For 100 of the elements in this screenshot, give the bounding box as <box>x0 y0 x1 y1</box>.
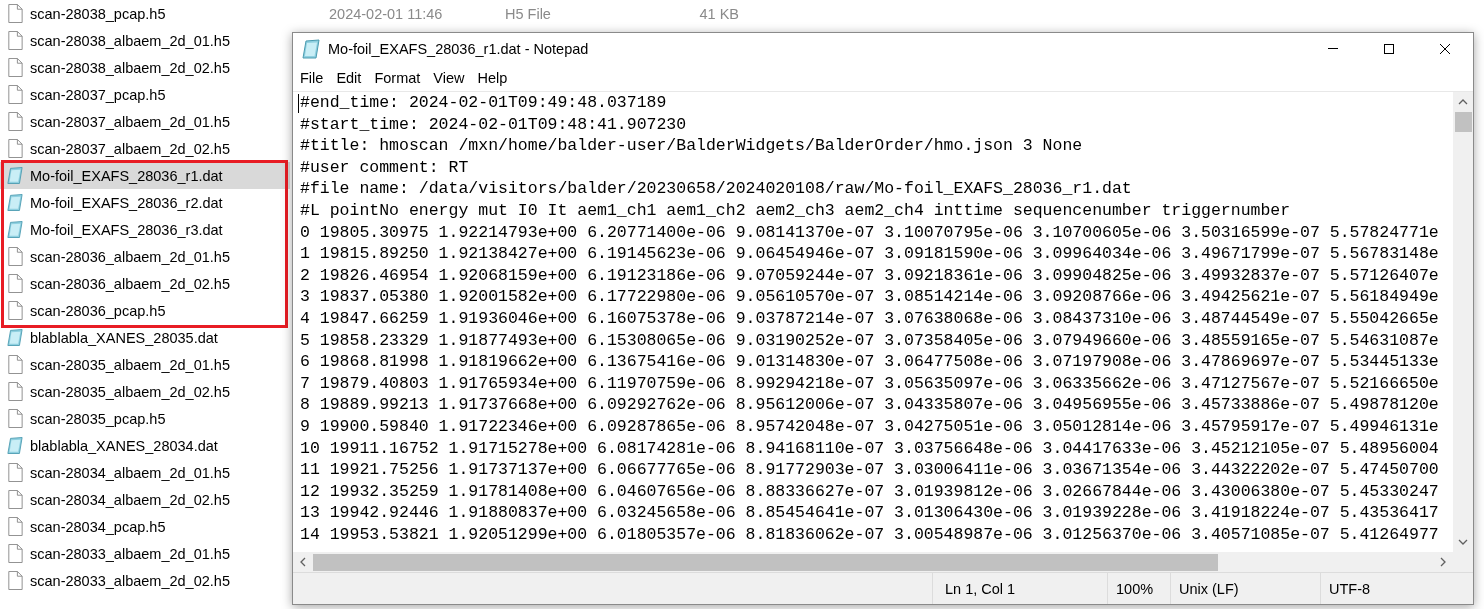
file-name: scan-28036_albaem_2d_02.h5 <box>30 275 230 292</box>
file-row[interactable]: scan-28034_pcap.h5 <box>0 513 290 540</box>
text-line: #start_time: 2024-02-01T09:48:41.907230 <box>300 113 687 136</box>
file-row[interactable]: Mo-foil_EXAFS_28036_r1.dat <box>0 162 290 189</box>
text-line: 0 19805.30975 1.92214793e+00 6.20771400e-06 9.08141370e-07 3.10070795e-06 3.10700605e-06 3.50316599e-07 5.57824771e <box>300 221 1439 244</box>
file-name: scan-28038_albaem_2d_02.h5 <box>30 59 230 76</box>
scroll-left-icon[interactable] <box>298 557 308 567</box>
file-row[interactable]: scan-28037_albaem_2d_02.h5 <box>0 135 290 162</box>
file-name: scan-28037_albaem_2d_01.h5 <box>30 113 230 130</box>
text-line: 6 19868.81998 1.91819662e+00 6.13675416e-06 9.01314830e-07 3.06477508e-06 3.07197908e-06 3.47869697e-07 5.53445133e <box>300 351 1439 373</box>
minimize-icon <box>1328 48 1338 49</box>
file-row[interactable]: scan-28033_albaem_2d_01.h5 <box>0 540 290 567</box>
file-row[interactable]: scan-28036_pcap.h5 <box>0 297 290 324</box>
text-line: 13 19942.92446 1.91880837e+00 6.03245658e-06 8.85454641e-07 3.01306430e-06 3.01939228e-06 3.41918224e-07 5.43536417 <box>300 502 1439 524</box>
file-icon <box>7 274 23 293</box>
text-line: #user comment: RT <box>300 156 469 179</box>
notepad-icon <box>302 38 320 59</box>
file-name: scan-28035_albaem_2d_02.h5 <box>30 383 230 400</box>
text-line: 14 19953.53821 1.92051299e+00 6.01805357e-06 8.81836062e-07 3.00548987e-06 3.01256370e-06 3.40571085e-07 5.41264977 <box>300 523 1439 546</box>
text-line: #file name: /data/visitors/balder/20230658/2024020108/raw/Mo-foil_EXAFS_28036_r1.dat <box>300 178 1132 200</box>
text-line: 1 19815.89250 1.92138427e+00 6.19145623e-06 9.06454946e-07 3.09181590e-06 3.09964034e-06 3.49671799e-07 5.56783148e <box>300 243 1439 265</box>
text-line: #L pointNo energy mut I0 It aem1_ch1 aem1_ch2 aem2_ch3 aem2_ch4 inttime sequencenumber triggernumber <box>300 199 1291 222</box>
file-name: scan-28035_albaem_2d_01.h5 <box>30 356 230 373</box>
file-row[interactable]: scan-28033_albaem_2d_02.h5 <box>0 567 290 594</box>
text-line: 11 19921.75256 1.91737137e+00 6.06677765e-06 8.91772903e-07 3.03006411e-06 3.03671354e-06 3.44322202e-07 5.47450700 <box>300 459 1439 481</box>
menu-item[interactable]: Format <box>369 65 426 90</box>
file-row[interactable]: scan-28035_albaem_2d_02.h5 <box>0 378 290 405</box>
close-icon <box>1439 42 1451 55</box>
file-name: scan-28038_albaem_2d_01.h5 <box>30 32 230 49</box>
file-icon <box>7 31 23 50</box>
scrollbar-thumb[interactable] <box>1454 112 1472 132</box>
horizontal-scrollbar[interactable] <box>293 552 1453 572</box>
file-icon <box>7 247 23 266</box>
zoom-level: 100% <box>1116 580 1154 597</box>
text-line: #end_time: 2024-02-01T09:49:48.037189 <box>300 92 667 114</box>
file-row[interactable]: blablabla_XANES_28034.dat <box>0 432 290 459</box>
menu-item[interactable]: Edit <box>331 65 367 90</box>
file-size: 41 KB <box>698 5 739 22</box>
text-line: 10 19911.16752 1.91715278e+00 6.08174281e-06 8.94168110e-07 3.03756648e-06 3.04417633e-06 3.45212105e-07 5.48956004 <box>300 437 1439 460</box>
file-name: scan-28037_albaem_2d_02.h5 <box>30 140 230 157</box>
file-name: scan-28034_albaem_2d_02.h5 <box>30 491 230 508</box>
text-line: 3 19837.05380 1.92001582e+00 6.17722980e-06 9.05610570e-07 3.08514214e-06 3.09208766e-06 3.49425621e-07 5.56184949e <box>300 286 1439 308</box>
file-row[interactable]: scan-28036_albaem_2d_01.h5 <box>0 243 290 270</box>
file-row[interactable]: scan-28034_albaem_2d_02.h5 <box>0 486 290 513</box>
file-name: scan-28033_albaem_2d_01.h5 <box>30 545 230 562</box>
file-row[interactable]: scan-28035_pcap.h5 <box>0 405 290 432</box>
vertical-scrollbar[interactable] <box>1453 92 1473 552</box>
file-name: scan-28037_pcap.h5 <box>30 86 166 103</box>
file-icon <box>7 4 23 23</box>
file-icon <box>7 355 23 374</box>
file-icon <box>7 517 23 536</box>
file-name: Mo-foil_EXAFS_28036_r1.dat <box>30 167 223 184</box>
file-name: scan-28038_pcap.h5 <box>30 5 166 22</box>
file-name: scan-28033_albaem_2d_02.h5 <box>30 572 230 589</box>
scroll-right-icon[interactable] <box>1438 557 1448 567</box>
text-line: 2 19826.46954 1.92068159e+00 6.19123186e-06 9.07059244e-07 3.09218361e-06 3.09904825e-06 3.49932837e-07 5.57126407e <box>300 264 1439 287</box>
file-row[interactable]: scan-28037_pcap.h5 <box>0 81 290 108</box>
file-row[interactable]: scan-28038_albaem_2d_01.h5 <box>0 27 290 54</box>
file-name: Mo-foil_EXAFS_28036_r3.dat <box>30 221 223 238</box>
text-line: #title: hmoscan /mxn/home/balder-user/BalderWidgets/BalderOrder/hmo.json 3 None <box>300 135 1083 157</box>
file-row[interactable]: scan-28037_albaem_2d_01.h5 <box>0 108 290 135</box>
file-name: blablabla_XANES_28035.dat <box>30 329 218 346</box>
file-type: H5 File <box>505 5 552 22</box>
file-row[interactable]: scan-28038_albaem_2d_02.h5 <box>0 54 290 81</box>
file-icon <box>7 490 23 509</box>
file-icon <box>7 463 23 482</box>
window-title: Mo-foil_EXAFS_28036_r1.dat - Notepad <box>328 40 589 57</box>
file-name: scan-28034_albaem_2d_01.h5 <box>30 464 230 481</box>
scroll-up-icon[interactable] <box>1458 97 1468 107</box>
text-line: 8 19889.99213 1.91737668e+00 6.09292762e-06 8.95612006e-07 3.04335807e-06 3.04956955e-06 3.45733886e-07 5.49878120e <box>300 394 1439 416</box>
scrollbar-thumb[interactable] <box>313 553 1218 571</box>
menu-item[interactable]: View <box>428 65 470 90</box>
file-row[interactable]: scan-28034_albaem_2d_01.h5 <box>0 459 290 486</box>
scroll-down-icon[interactable] <box>1458 537 1468 547</box>
file-row[interactable]: Mo-foil_EXAFS_28036_r2.dat <box>0 189 290 216</box>
notepad-icon <box>7 193 23 212</box>
file-name: scan-28036_pcap.h5 <box>30 302 166 319</box>
text-cursor <box>298 94 299 113</box>
file-row[interactable]: scan-28036_albaem_2d_02.h5 <box>0 270 290 297</box>
notepad-icon <box>7 328 23 347</box>
menu-item[interactable]: Help <box>472 65 513 90</box>
file-icon <box>7 409 23 428</box>
file-icon <box>7 382 23 401</box>
file-name: Mo-foil_EXAFS_28036_r2.dat <box>30 194 223 211</box>
file-icon <box>7 301 23 320</box>
file-name: scan-28034_pcap.h5 <box>30 518 166 535</box>
file-row[interactable]: scan-28038_pcap.h5 <box>0 0 290 27</box>
menu-item[interactable]: File <box>295 65 329 90</box>
file-row[interactable]: Mo-foil_EXAFS_28036_r3.dat <box>0 216 290 243</box>
line-ending: Unix (LF) <box>1179 580 1239 597</box>
file-name: scan-28035_pcap.h5 <box>30 410 166 427</box>
file-name: blablabla_XANES_28034.dat <box>30 437 218 454</box>
file-name: scan-28036_albaem_2d_01.h5 <box>30 248 230 265</box>
file-row[interactable]: blablabla_XANES_28035.dat <box>0 324 290 351</box>
text-line: 9 19900.59840 1.91722346e+00 6.09287865e-06 8.95742048e-07 3.04275051e-06 3.05012814e-06 3.45795917e-07 5.49946131e <box>300 415 1439 438</box>
file-icon <box>7 85 23 104</box>
notepad-icon <box>7 166 23 185</box>
file-icon <box>7 58 23 77</box>
text-line: 5 19858.23329 1.91877493e+00 6.15308065e-06 9.03190252e-07 3.07358405e-06 3.07949660e-06 3.48559165e-07 5.54631087e <box>300 329 1439 352</box>
file-row[interactable]: scan-28035_albaem_2d_01.h5 <box>0 351 290 378</box>
